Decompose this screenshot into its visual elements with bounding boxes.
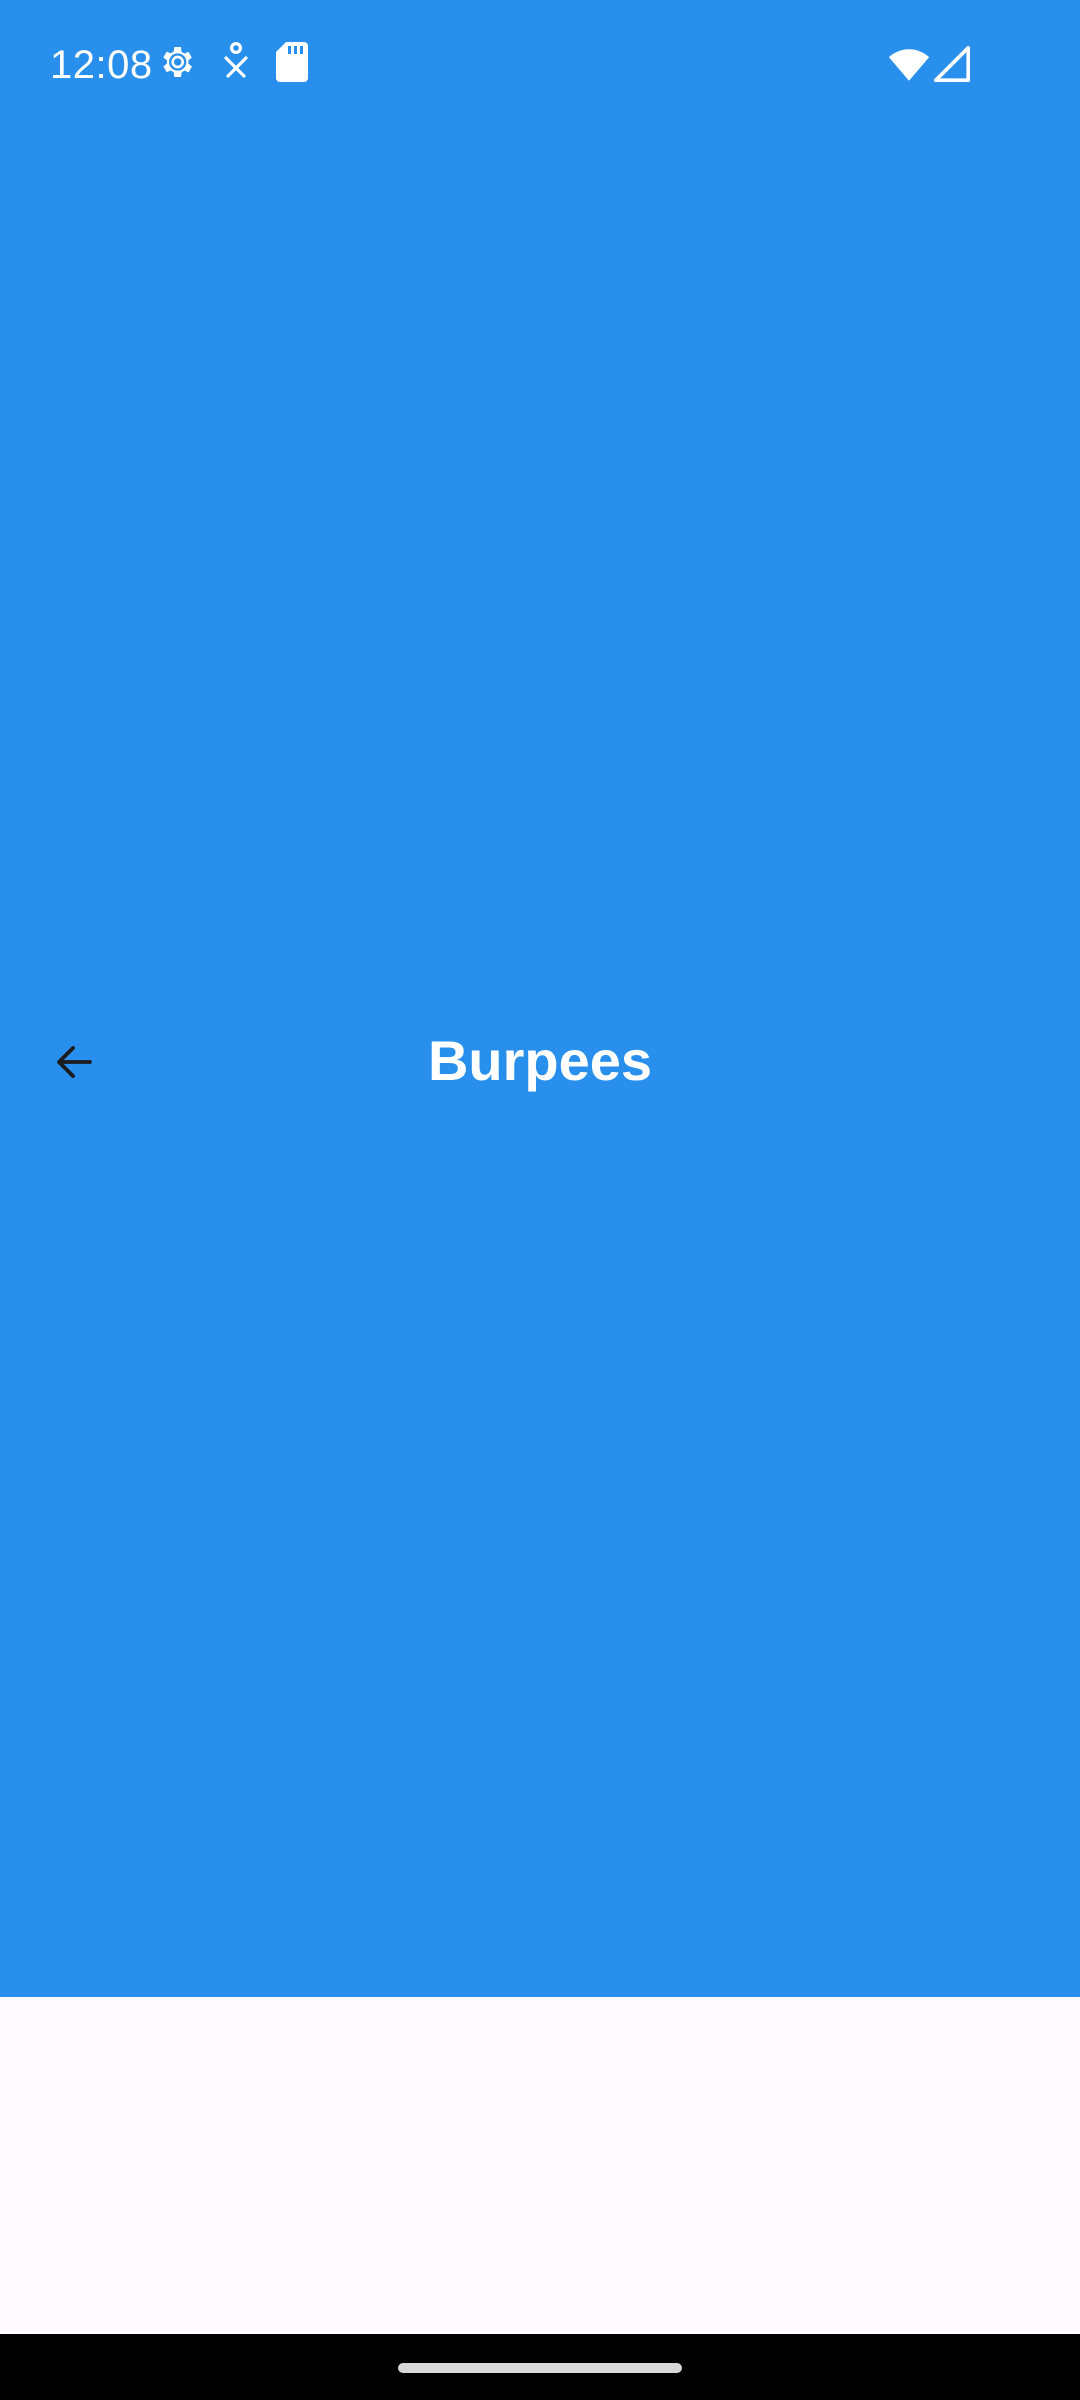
header-background: 12:08 Burpees [0, 0, 1080, 1997]
sd-card-icon [276, 42, 308, 82]
status-bar: 12:08 [0, 0, 1080, 128]
accessibility-icon [224, 42, 248, 78]
wifi-icon [888, 49, 930, 81]
toolbar: Burpees [0, 1000, 1080, 1124]
status-time: 12:08 [50, 43, 153, 87]
content-area [0, 1997, 1080, 2334]
navigation-bar [0, 2334, 1080, 2400]
gear-icon [163, 47, 192, 77]
page-title: Burpees [427, 1029, 653, 1092]
cellular-signal-icon [934, 46, 970, 82]
home-handle[interactable] [398, 2363, 682, 2373]
